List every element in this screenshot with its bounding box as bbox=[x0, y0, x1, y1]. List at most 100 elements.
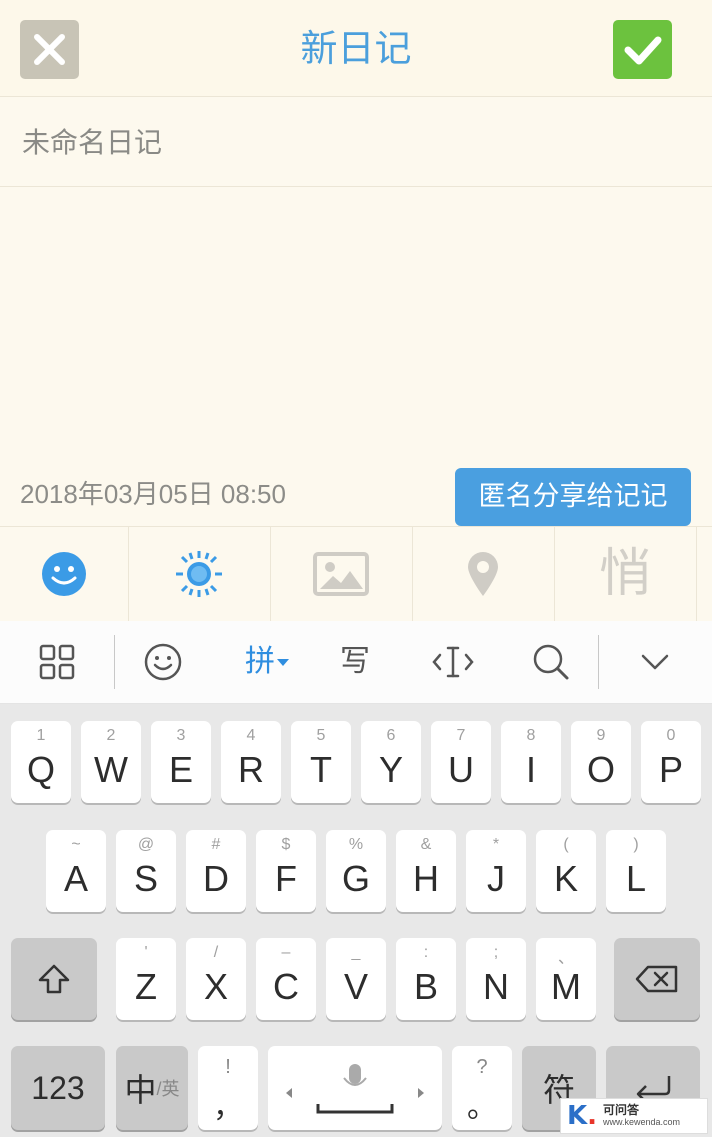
key-label: F bbox=[275, 858, 297, 899]
toolbar-anonymous-button[interactable]: 悄 bbox=[554, 527, 697, 621]
key-b[interactable]: :B bbox=[396, 938, 456, 1020]
key-t[interactable]: 5T bbox=[291, 721, 351, 803]
key-label: V bbox=[343, 966, 368, 1007]
key-c[interactable]: – C bbox=[256, 938, 316, 1020]
key-label: Y bbox=[378, 749, 403, 790]
key-sub-label: 7 bbox=[456, 727, 466, 744]
key-f[interactable]: $ F bbox=[256, 830, 316, 912]
key-x[interactable]: / X bbox=[186, 938, 246, 1020]
watermark-name: 可问答 bbox=[603, 1103, 640, 1117]
ime-collapse-button[interactable] bbox=[618, 621, 692, 703]
shift-key[interactable] bbox=[11, 938, 97, 1020]
ime-cursor-button[interactable] bbox=[416, 621, 490, 703]
key-label: D bbox=[203, 858, 229, 899]
comma-key[interactable]: ! ， bbox=[198, 1046, 258, 1130]
key-label: M bbox=[551, 966, 581, 1007]
ime-search-button[interactable] bbox=[514, 621, 588, 703]
toolbar-image-button[interactable] bbox=[270, 527, 413, 621]
handwriting-label: 写 bbox=[340, 644, 370, 679]
space-key[interactable] bbox=[268, 1046, 442, 1130]
key-l[interactable]: ) L bbox=[606, 830, 666, 912]
watermark-url: www.kewenda.com bbox=[603, 1117, 681, 1127]
weather-sun-icon bbox=[176, 551, 222, 597]
key-label: O bbox=[586, 749, 615, 790]
grid-menu-icon bbox=[39, 644, 75, 680]
anonymous-share-tooltip: 匿名分享给记记 bbox=[455, 468, 691, 526]
key-label: J bbox=[487, 858, 505, 899]
location-pin-icon bbox=[468, 552, 498, 596]
toolbar-location-button[interactable] bbox=[412, 527, 555, 621]
diary-body-area[interactable] bbox=[0, 188, 712, 468]
key-q[interactable]: 1Q bbox=[11, 721, 71, 803]
en-label: /英 bbox=[156, 1079, 180, 1099]
toolbar-weather-button[interactable] bbox=[128, 527, 271, 621]
key-k[interactable]: (K bbox=[536, 830, 596, 912]
key-r[interactable]: 4R bbox=[221, 721, 281, 803]
key-h[interactable]: & H bbox=[396, 830, 456, 912]
diary-title-row bbox=[0, 97, 712, 187]
ime-pinyin-mode-button[interactable]: 拼 bbox=[224, 621, 310, 703]
key-sub-label: ; bbox=[493, 944, 499, 961]
zh-label: 中 bbox=[124, 1072, 157, 1108]
key-o[interactable]: 9O bbox=[571, 721, 631, 803]
emoji-icon bbox=[42, 552, 86, 596]
key-a[interactable]: ~ A bbox=[46, 830, 106, 912]
key-p[interactable]: 0P bbox=[641, 721, 701, 803]
key-sub-label: ' bbox=[144, 944, 148, 961]
key-m[interactable]: 、 M bbox=[536, 938, 596, 1020]
backspace-icon bbox=[635, 965, 678, 993]
key-sub-label: @ bbox=[137, 836, 155, 853]
toolbar-emoji-button[interactable] bbox=[0, 527, 129, 621]
backspace-key[interactable] bbox=[614, 938, 700, 1020]
numbers-key-label: 123 bbox=[31, 1069, 85, 1106]
key-w[interactable]: 2W bbox=[81, 721, 141, 803]
key-n[interactable]: ; N bbox=[466, 938, 526, 1020]
key-e[interactable]: 3E bbox=[151, 721, 211, 803]
watermark-logo: K. 可问答 www.kewenda.com bbox=[560, 1098, 708, 1134]
language-toggle-key[interactable]: 中/英 bbox=[116, 1046, 188, 1130]
key-sub-label: 9 bbox=[596, 727, 606, 744]
key-sub-label: : bbox=[423, 944, 429, 961]
collapse-keyboard-icon bbox=[641, 654, 669, 670]
emoji-icon bbox=[144, 643, 182, 681]
key-sub-label: ? bbox=[476, 1056, 488, 1078]
key-v[interactable]: _ V bbox=[326, 938, 386, 1020]
key-label: R bbox=[238, 749, 264, 790]
key-sub-label: ( bbox=[563, 836, 569, 853]
watermark-letter: K bbox=[567, 1101, 588, 1131]
key-label: S bbox=[133, 858, 158, 899]
key-sub-label: 0 bbox=[666, 727, 676, 744]
key-z[interactable]: ' Z bbox=[116, 938, 176, 1020]
key-label: A bbox=[63, 858, 88, 899]
key-j[interactable]: * J bbox=[466, 830, 526, 912]
diary-title-input[interactable] bbox=[20, 119, 694, 165]
confirm-button[interactable] bbox=[613, 20, 672, 79]
key-sub-label: ! bbox=[225, 1056, 231, 1078]
key-sub-label: / bbox=[213, 944, 219, 961]
period-key[interactable]: ? 。 bbox=[452, 1046, 512, 1130]
key-sub-label: 5 bbox=[316, 727, 326, 744]
numbers-key[interactable]: 123 bbox=[11, 1046, 105, 1130]
ime-handwriting-button[interactable]: 写 bbox=[318, 621, 392, 703]
key-sub-label: # bbox=[211, 836, 221, 853]
search-icon bbox=[533, 644, 569, 680]
header-bar: 新日记 bbox=[0, 0, 712, 97]
key-sub-label: % bbox=[348, 836, 364, 853]
key-sub-label: – bbox=[281, 944, 291, 961]
key-i[interactable]: 8I bbox=[501, 721, 561, 803]
ime-emoji-button[interactable] bbox=[126, 621, 200, 703]
key-sub-label: 2 bbox=[106, 727, 116, 744]
key-u[interactable]: 7U bbox=[431, 721, 491, 803]
key-g[interactable]: % G bbox=[326, 830, 386, 912]
key-label: N bbox=[483, 966, 509, 1007]
diary-toolbar: 悄 bbox=[0, 526, 712, 622]
key-sub-label: $ bbox=[281, 836, 291, 853]
key-d[interactable]: # D bbox=[186, 830, 246, 912]
key-sub-label: 1 bbox=[36, 727, 46, 744]
ime-menu-button[interactable] bbox=[20, 621, 94, 703]
key-label: P bbox=[658, 749, 683, 790]
key-sub-label: & bbox=[420, 836, 432, 853]
check-icon bbox=[624, 36, 662, 65]
key-y[interactable]: 6Y bbox=[361, 721, 421, 803]
key-s[interactable]: @ S bbox=[116, 830, 176, 912]
